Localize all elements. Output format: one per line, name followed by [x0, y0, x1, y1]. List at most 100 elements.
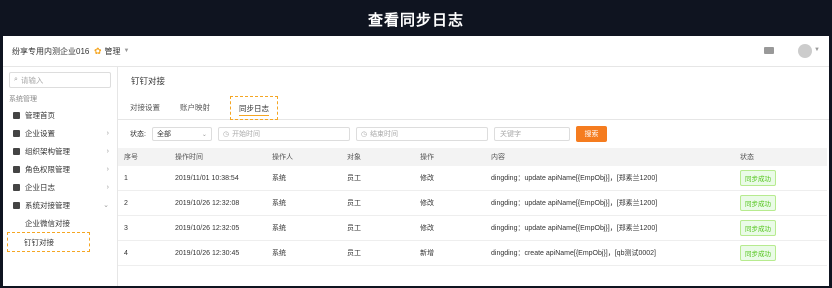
- end-time-placeholder: 结束时间: [370, 131, 399, 138]
- org-icon: [13, 147, 20, 155]
- table-row: 3 2019/10/26 12:32:05 系统 员工 修改 dingding：updat…: [118, 215, 827, 241]
- page-title: 钉钉对接: [131, 76, 166, 86]
- sidebar-subitem-label: 钉钉对接: [24, 237, 54, 247]
- tab-bar: 对接设置 账户映射 同步日志: [118, 95, 829, 120]
- end-time-input[interactable]: ◷ 结束时间: [355, 127, 488, 141]
- chevron-down-icon: ⌄: [103, 202, 109, 209]
- sidebar: ⌕ 请输入 系统管理 管理首页 企业设置 › 组织架构管理 › 角色权限管理 › 企业…: [3, 67, 118, 286]
- table-cell: 修改: [414, 166, 485, 191]
- col-header-action: 操作: [414, 148, 485, 166]
- table-cell: 2: [118, 190, 169, 216]
- status-label: 状态:: [130, 131, 146, 138]
- table-body: 1 2019/11/01 10:38:54 系统 员工 修改 dingding：updat…: [118, 166, 827, 266]
- mail-icon[interactable]: [764, 47, 774, 54]
- table-cell: 同步成功: [734, 215, 827, 241]
- table-cell: 同步成功: [734, 190, 827, 216]
- log-icon: [13, 183, 20, 191]
- table-cell: 2019/10/26 12:32:05: [169, 215, 266, 241]
- tab-account-mapping[interactable]: 账户映射: [180, 102, 210, 119]
- page-banner: 查看同步日志: [0, 0, 832, 38]
- table-cell: 系统: [266, 240, 341, 266]
- sidebar-search-input[interactable]: ⌕ 请输入: [9, 72, 111, 88]
- table-row: 1 2019/11/01 10:38:54 系统 员工 修改 dingding：updat…: [118, 166, 827, 191]
- sidebar-subitem-wecom[interactable]: 企业微信对接: [3, 214, 117, 232]
- table-cell: dingding：update apiName[{EmpObj}]，[郑素兰12…: [485, 166, 734, 191]
- table-cell: dingding：create apiName[{EmpObj}]，[qb测试0…: [485, 240, 734, 266]
- table-cell: 修改: [414, 190, 485, 216]
- chevron-right-icon: ›: [106, 165, 109, 173]
- chevron-down-icon: ⌄: [201, 131, 207, 138]
- sidebar-subitem-label: 企业微信对接: [25, 218, 70, 228]
- sidebar-item-company-settings[interactable]: 企业设置 ›: [3, 124, 117, 142]
- keyword-placeholder: 关键字: [499, 131, 521, 138]
- table-cell: 员工: [341, 240, 414, 266]
- start-time-input[interactable]: ◷ 开始时间: [217, 127, 350, 141]
- settings-icon: [13, 129, 20, 137]
- search-button[interactable]: 搜索: [575, 126, 607, 142]
- company-name: 纷享专用内测企业016: [12, 46, 90, 56]
- banner-title: 查看同步日志: [367, 11, 464, 29]
- table-cell: 2019/11/01 10:38:54: [169, 166, 266, 191]
- col-header-object: 对象: [341, 148, 414, 166]
- table-cell: 员工: [341, 166, 414, 191]
- table-row: 4 2019/10/26 12:30:45 系统 员工 新增 dingding：creat…: [118, 240, 827, 266]
- status-value: 全部: [156, 131, 171, 138]
- table-cell: 4: [118, 240, 169, 266]
- table-cell: 员工: [341, 190, 414, 216]
- table-cell: 新增: [414, 240, 485, 266]
- sidebar-subitem-dingtalk[interactable]: 钉钉对接: [7, 232, 90, 252]
- link-icon: [13, 201, 20, 209]
- table-cell: 3: [118, 215, 169, 241]
- table-cell: dingding：update apiName[{EmpObj}]，[郑素兰12…: [485, 215, 734, 241]
- status-badge: 同步成功: [740, 245, 776, 261]
- manage-menu[interactable]: ✿ 管理 ▼: [94, 46, 130, 57]
- sidebar-item-roles[interactable]: 角色权限管理 ›: [3, 160, 117, 178]
- chevron-down-icon[interactable]: ▼: [814, 47, 820, 53]
- gear-icon: ✿: [94, 45, 102, 56]
- chevron-down-icon: ▼: [123, 48, 130, 54]
- status-badge: 同步成功: [740, 220, 776, 236]
- start-time-placeholder: 开始时间: [232, 131, 261, 138]
- col-header-content: 内容: [485, 148, 734, 166]
- table-cell: 系统: [266, 190, 341, 216]
- filter-bar: 状态: 全部 ⌄ ◷ 开始时间 ◷ 结束时间 关键字 搜索: [118, 120, 829, 148]
- sidebar-item-org[interactable]: 组织架构管理 ›: [3, 142, 117, 160]
- table-cell: 同步成功: [734, 166, 827, 191]
- tab-sync-log[interactable]: 同步日志: [230, 96, 278, 120]
- table-cell: 2019/10/26 12:32:08: [169, 190, 266, 216]
- sidebar-item-integration[interactable]: 系统对接管理 ⌄: [3, 196, 117, 214]
- tab-settings[interactable]: 对接设置: [130, 102, 160, 119]
- search-placeholder: 请输入: [20, 75, 44, 85]
- sidebar-item-label: 系统对接管理: [25, 200, 70, 210]
- sidebar-item-home[interactable]: 管理首页: [3, 106, 117, 124]
- keyword-input[interactable]: 关键字: [493, 127, 570, 141]
- chevron-right-icon: ›: [106, 129, 109, 137]
- table-cell: 员工: [341, 215, 414, 241]
- status-select[interactable]: 全部 ⌄: [151, 127, 212, 141]
- sidebar-item-label: 角色权限管理: [25, 164, 70, 174]
- col-header-status: 状态: [734, 148, 827, 166]
- sidebar-item-label: 组织架构管理: [25, 146, 70, 156]
- table-cell: 2019/10/26 12:30:45: [169, 240, 266, 266]
- sidebar-item-label: 管理首页: [25, 110, 55, 120]
- avatar[interactable]: [798, 44, 812, 58]
- table-cell: 系统: [266, 215, 341, 241]
- role-icon: [13, 165, 20, 173]
- sidebar-item-logs[interactable]: 企业日志 ›: [3, 178, 117, 196]
- sidebar-item-label: 企业设置: [25, 128, 55, 138]
- clock-icon: ◷: [360, 131, 368, 138]
- table-row: 2 2019/10/26 12:32:08 系统 员工 修改 dingding：updat…: [118, 190, 827, 216]
- table-cell: 1: [118, 166, 169, 191]
- sync-log-table: 序号 操作时间 操作人 对象 操作 内容 状态 1 2019/11/01 10:3…: [118, 148, 827, 266]
- search-icon: ⌕: [14, 76, 18, 83]
- table-cell: 系统: [266, 166, 341, 191]
- sidebar-item-label: 企业日志: [25, 182, 55, 192]
- clock-icon: ◷: [222, 131, 230, 138]
- chevron-right-icon: ›: [106, 183, 109, 191]
- home-icon: [13, 111, 20, 119]
- table-cell: dingding：update apiName[{EmpObj}]，[郑素兰12…: [485, 190, 734, 216]
- manage-label: 管理: [104, 46, 121, 56]
- col-header-operator: 操作人: [266, 148, 341, 166]
- top-bar: 纷享专用内测企业016 ✿ 管理 ▼ ▼: [3, 36, 829, 67]
- app-window: 纷享专用内测企业016 ✿ 管理 ▼ ▼ ⌕ 请输入 系统 管理 管理首页 企业设…: [3, 36, 829, 286]
